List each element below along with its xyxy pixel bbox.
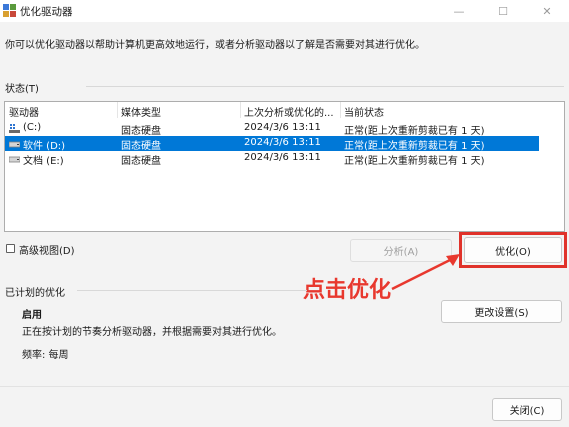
description-text: 你可以优化驱动器以帮助计算机更高效地运行，或者分析驱动器以了解是否需要对其进行优… [5,40,425,51]
drive-name: 软件 (D:) [23,141,66,152]
close-button-label: 关闭(C) [509,406,545,417]
drive-name: (C:) [23,122,42,133]
system-drive-icon [9,124,20,133]
last-run: 2024/3/6 13:11 [244,137,321,148]
optimize-highlight-box [459,232,567,268]
drive-icon [9,141,20,148]
column-header-last-run[interactable]: 上次分析或优化的... [244,104,334,119]
drive-icon [9,156,20,163]
drive-name: 文档 (E:) [23,156,64,167]
drive-list-header: 驱动器 媒体类型 上次分析或优化的... 当前状态 [5,102,564,119]
current-status: 正常(距上次重新剪裁已有 1 天) [344,156,485,167]
last-run: 2024/3/6 13:11 [244,152,321,163]
annotation-arrow-icon [391,254,460,291]
table-row-selected[interactable]: 软件 (D:) 固态硬盘 2024/3/6 13:11 正常(距上次重新剪裁已有… [5,136,539,152]
title-bar: 优化驱动器 — ☐ ✕ [0,0,569,22]
column-header-drive[interactable]: 驱动器 [9,104,39,119]
current-status: 正常(距上次重新剪裁已有 1 天) [344,126,485,137]
close-icon: ✕ [542,4,552,18]
maximize-icon: ☐ [498,4,508,18]
table-row[interactable]: 文档 (E:) 固态硬盘 2024/3/6 13:11 正常(距上次重新剪裁已有… [5,151,539,167]
last-run: 2024/3/6 13:11 [244,122,321,133]
minimize-icon: — [453,4,465,18]
schedule-frequency: 频率: 每周 [22,350,69,361]
table-row[interactable]: (C:) 固态硬盘 2024/3/6 13:11 正常(距上次重新剪裁已有 1 … [5,121,539,137]
change-settings-button[interactable]: 更改设置(S) [441,300,562,323]
maximize-button[interactable]: ☐ [481,0,525,22]
window-title: 优化驱动器 [20,6,73,18]
media-type: 固态硬盘 [121,156,161,167]
close-window-button[interactable]: ✕ [525,0,569,22]
column-divider[interactable] [117,102,118,118]
status-section-label: 状态(T) [5,84,39,95]
column-header-media[interactable]: 媒体类型 [121,104,161,119]
current-status: 正常(距上次重新剪裁已有 1 天) [344,141,485,152]
close-button[interactable]: 关闭(C) [492,398,562,421]
status-separator [86,86,564,87]
annotation-text: 点击优化 [303,278,392,303]
minimize-button[interactable]: — [437,0,481,22]
media-type: 固态硬盘 [121,126,161,137]
change-settings-label: 更改设置(S) [474,308,529,319]
schedule-description: 正在按计划的节奏分析驱动器，并根据需要对其进行优化。 [22,327,282,338]
column-header-status[interactable]: 当前状态 [344,104,384,119]
advanced-view-checkbox[interactable] [6,244,15,253]
advanced-view-label[interactable]: 高级视图(D) [19,242,75,257]
column-divider[interactable] [240,102,241,118]
column-divider[interactable] [340,102,341,118]
schedule-state: 启用 [22,310,42,321]
scheduled-separator [77,290,307,291]
scheduled-section-label: 已计划的优化 [5,288,65,299]
footer-separator [0,386,569,387]
drive-list[interactable]: 驱动器 媒体类型 上次分析或优化的... 当前状态 (C:) 固态硬盘 2024… [4,101,565,232]
media-type: 固态硬盘 [121,141,161,152]
defrag-app-icon [3,4,16,17]
